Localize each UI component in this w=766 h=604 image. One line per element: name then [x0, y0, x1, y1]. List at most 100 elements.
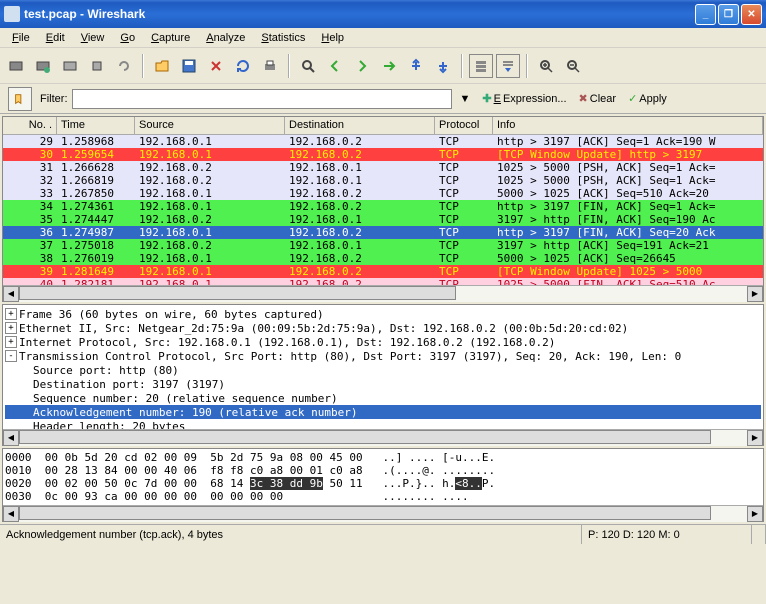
packet-bytes-body[interactable]: 0000 00 0b 5d 20 cd 02 00 09 5b 2d 75 9a…	[3, 449, 763, 505]
packet-row[interactable]: 401.282181192.168.0.1192.168.0.2TCP1025 …	[3, 278, 763, 285]
scroll-thumb[interactable]	[19, 430, 711, 444]
col-protocol[interactable]: Protocol	[435, 117, 493, 134]
packet-row[interactable]: 301.259654192.168.0.1192.168.0.2TCP[TCP …	[3, 148, 763, 161]
packet-row[interactable]: 291.258968192.168.0.1192.168.0.2TCPhttp …	[3, 135, 763, 148]
scroll-thumb[interactable]	[19, 506, 711, 520]
packet-row[interactable]: 351.274447192.168.0.2192.168.0.1TCP3197 …	[3, 213, 763, 226]
gofirst-button[interactable]	[404, 54, 428, 78]
filter-input[interactable]	[72, 89, 452, 109]
toolbar	[0, 48, 766, 84]
close-button[interactable]: ✕	[741, 4, 762, 25]
forward-button[interactable]	[350, 54, 374, 78]
find-button[interactable]	[296, 54, 320, 78]
detail-row[interactable]: +Internet Protocol, Src: 192.168.0.1 (19…	[5, 335, 761, 349]
menu-view[interactable]: View	[73, 30, 113, 46]
status-right: P: 120 D: 120 M: 0	[582, 525, 752, 544]
col-destination[interactable]: Destination	[285, 117, 435, 134]
filter-bookmark-button[interactable]	[8, 87, 32, 111]
back-button[interactable]	[323, 54, 347, 78]
autoscroll-button[interactable]	[496, 54, 520, 78]
menu-analyze[interactable]: Analyze	[198, 30, 253, 46]
packet-hscroll[interactable]: ◀ ▶	[3, 285, 763, 301]
expander-icon[interactable]: +	[5, 308, 17, 320]
golast-button[interactable]	[431, 54, 455, 78]
bytes-hscroll[interactable]: ◀ ▶	[3, 505, 763, 521]
menu-help[interactable]: Help	[313, 30, 352, 46]
bytes-row[interactable]: 0010 00 28 13 84 00 00 40 06 f8 f8 c0 a8…	[5, 464, 761, 477]
packet-bytes-pane: 0000 00 0b 5d 20 cd 02 00 09 5b 2d 75 9a…	[2, 448, 764, 522]
packet-row[interactable]: 331.267850192.168.0.1192.168.0.2TCP5000 …	[3, 187, 763, 200]
titlebar: test.pcap - Wireshark _ ❐ ✕	[0, 0, 766, 28]
scroll-right-icon[interactable]: ▶	[747, 506, 763, 522]
stop-button[interactable]	[85, 54, 109, 78]
zoom-in-button[interactable]	[534, 54, 558, 78]
minimize-button[interactable]: _	[695, 4, 716, 25]
reload-button[interactable]	[231, 54, 255, 78]
details-hscroll[interactable]: ◀ ▶	[3, 429, 763, 445]
menubar: File Edit View Go Capture Analyze Statis…	[0, 28, 766, 48]
detail-row[interactable]: Acknowledgement number: 190 (relative ac…	[5, 405, 761, 419]
expander-icon[interactable]: -	[5, 350, 17, 362]
options-button[interactable]	[31, 54, 55, 78]
statusbar: Acknowledgement number (tcp.ack), 4 byte…	[0, 524, 766, 544]
save-button[interactable]	[177, 54, 201, 78]
bytes-row[interactable]: 0000 00 0b 5d 20 cd 02 00 09 5b 2d 75 9a…	[5, 451, 761, 464]
packet-details-body[interactable]: +Frame 36 (60 bytes on wire, 60 bytes ca…	[3, 305, 763, 429]
packet-row[interactable]: 321.266819192.168.0.2192.168.0.1TCP1025 …	[3, 174, 763, 187]
packet-row[interactable]: 391.281649192.168.0.1192.168.0.2TCP[TCP …	[3, 265, 763, 278]
detail-row[interactable]: Destination port: 3197 (3197)	[5, 377, 761, 391]
bytes-row[interactable]: 0030 0c 00 93 ca 00 00 00 00 00 00 00 00…	[5, 490, 761, 503]
scroll-right-icon[interactable]: ▶	[747, 286, 763, 302]
close-file-button[interactable]	[204, 54, 228, 78]
detail-row[interactable]: Sequence number: 20 (relative sequence n…	[5, 391, 761, 405]
expression-button[interactable]: ✚ EExpression...	[478, 90, 570, 107]
col-info[interactable]: Info	[493, 117, 763, 134]
maximize-button[interactable]: ❐	[718, 4, 739, 25]
window-title: test.pcap - Wireshark	[24, 7, 695, 21]
detail-row[interactable]: +Ethernet II, Src: Netgear_2d:75:9a (00:…	[5, 321, 761, 335]
scroll-left-icon[interactable]: ◀	[3, 506, 19, 522]
filterbar: Filter: ▼ ✚ EExpression... ✖ Clear ✓ App…	[0, 84, 766, 114]
goto-button[interactable]	[377, 54, 401, 78]
packet-row[interactable]: 341.274361192.168.0.1192.168.0.2TCPhttp …	[3, 200, 763, 213]
app-icon	[4, 6, 20, 22]
menu-go[interactable]: Go	[112, 30, 143, 46]
filter-dropdown-button[interactable]: ▼	[456, 91, 475, 107]
scroll-left-icon[interactable]: ◀	[3, 430, 19, 446]
bytes-row[interactable]: 0020 00 02 00 50 0c 7d 00 00 68 14 3c 38…	[5, 477, 761, 490]
menu-capture[interactable]: Capture	[143, 30, 198, 46]
start-button[interactable]	[58, 54, 82, 78]
packet-row[interactable]: 371.275018192.168.0.2192.168.0.1TCP3197 …	[3, 239, 763, 252]
open-button[interactable]	[150, 54, 174, 78]
status-end	[752, 525, 766, 544]
detail-row[interactable]: +Frame 36 (60 bytes on wire, 60 bytes ca…	[5, 307, 761, 321]
packet-row[interactable]: 361.274987192.168.0.1192.168.0.2TCPhttp …	[3, 226, 763, 239]
detail-row[interactable]: Source port: http (80)	[5, 363, 761, 377]
col-time[interactable]: Time	[57, 117, 135, 134]
packet-row[interactable]: 311.266628192.168.0.2192.168.0.1TCP1025 …	[3, 161, 763, 174]
status-left: Acknowledgement number (tcp.ack), 4 byte…	[0, 525, 582, 544]
scroll-right-icon[interactable]: ▶	[747, 430, 763, 446]
expander-icon[interactable]: +	[5, 336, 17, 348]
menu-statistics[interactable]: Statistics	[253, 30, 313, 46]
packet-columns: No. . Time Source Destination Protocol I…	[3, 117, 763, 135]
menu-file[interactable]: File	[4, 30, 38, 46]
col-no[interactable]: No. .	[3, 117, 57, 134]
packet-list-body[interactable]: 291.258968192.168.0.1192.168.0.2TCPhttp …	[3, 135, 763, 285]
detail-row[interactable]: -Transmission Control Protocol, Src Port…	[5, 349, 761, 363]
zoom-out-button[interactable]	[561, 54, 585, 78]
restart-button[interactable]	[112, 54, 136, 78]
col-source[interactable]: Source	[135, 117, 285, 134]
packet-row[interactable]: 381.276019192.168.0.1192.168.0.2TCP5000 …	[3, 252, 763, 265]
scroll-left-icon[interactable]: ◀	[3, 286, 19, 302]
scroll-thumb[interactable]	[19, 286, 456, 300]
detail-row[interactable]: Header length: 20 bytes	[5, 419, 761, 429]
apply-button[interactable]: ✓ Apply	[624, 90, 671, 107]
interfaces-button[interactable]	[4, 54, 28, 78]
filter-label: Filter:	[40, 93, 68, 105]
menu-edit[interactable]: Edit	[38, 30, 73, 46]
print-button[interactable]	[258, 54, 282, 78]
colorize-button[interactable]	[469, 54, 493, 78]
expander-icon[interactable]: +	[5, 322, 17, 334]
clear-button[interactable]: ✖ Clear	[575, 90, 621, 107]
